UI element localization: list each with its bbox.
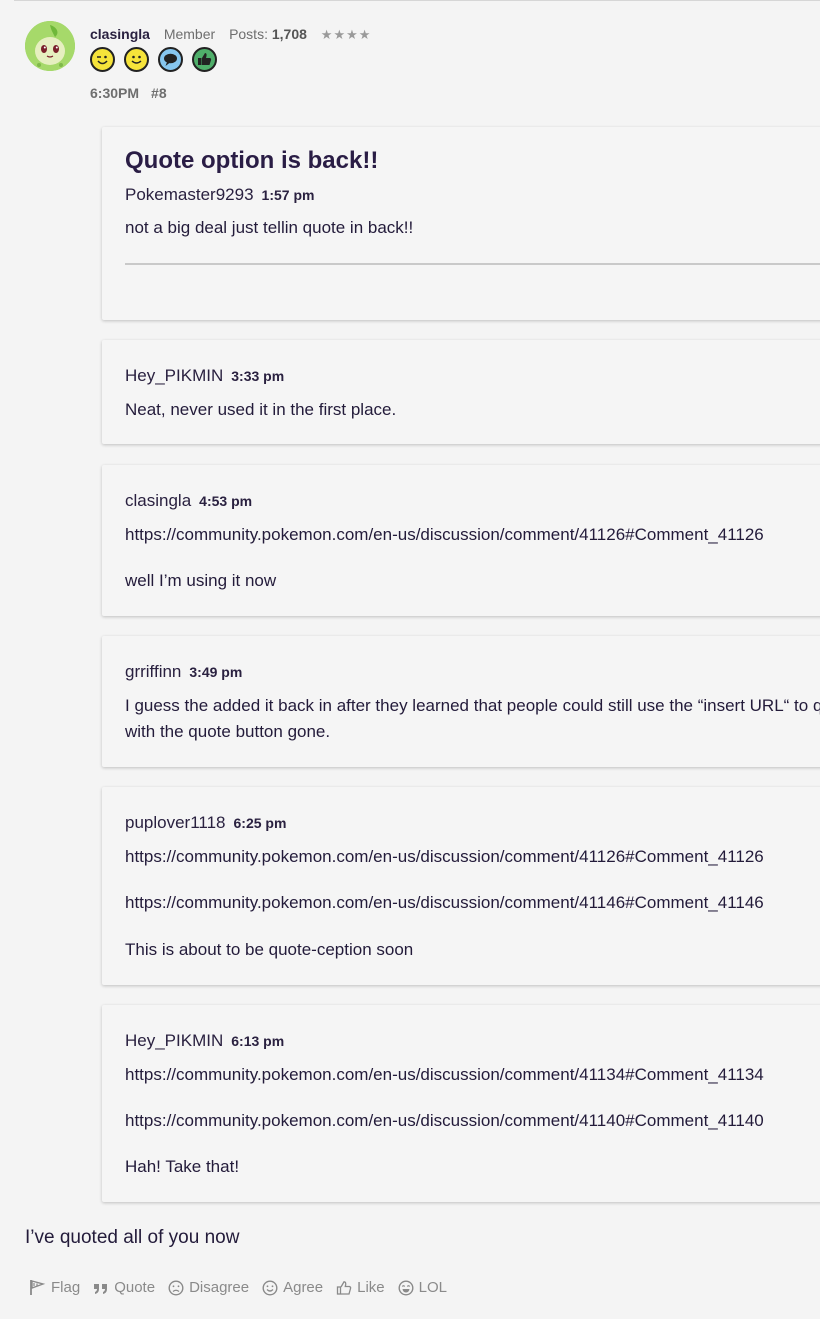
top-divider bbox=[14, 0, 820, 1]
post-meta: 6:30PM #8 bbox=[90, 85, 167, 101]
quote-time: 1:57 pm bbox=[261, 187, 315, 203]
quote-link[interactable]: https://community.pokemon.com/en-us/disc… bbox=[125, 1111, 764, 1131]
post-count: Posts: 1,708 bbox=[229, 26, 307, 42]
flag-icon bbox=[30, 1280, 46, 1295]
quote-time: 4:53 pm bbox=[199, 493, 253, 509]
quote-header: grriffinn 3:49 pm bbox=[125, 662, 242, 682]
badge-row bbox=[90, 47, 217, 72]
quote-text: not a big deal just tellin quote in back… bbox=[125, 218, 414, 237]
flag-label: Flag bbox=[51, 1279, 81, 1296]
thumbs-up-icon[interactable] bbox=[192, 47, 217, 72]
quote-user[interactable]: puplover1118 bbox=[125, 813, 226, 832]
quote-time: 6:13 pm bbox=[231, 1033, 285, 1049]
post-number[interactable]: #8 bbox=[151, 85, 167, 101]
quote-block: Quote option is back!! Pokemaster9293 1:5… bbox=[102, 127, 820, 320]
quote-user[interactable]: grriffinn bbox=[125, 662, 181, 681]
quote-text-wrap: with the quote button gone. bbox=[125, 722, 331, 741]
post-body-text: I’ve quoted all of you now bbox=[25, 1227, 240, 1248]
reaction-bar: Flag Quote Disagree Agree Like LOL bbox=[29, 1279, 447, 1296]
thumbs-up-outline-icon bbox=[336, 1280, 352, 1295]
quote-time: 3:49 pm bbox=[189, 664, 243, 680]
quote-link[interactable]: https://community.pokemon.com/en-us/disc… bbox=[125, 893, 764, 913]
quote-label: Quote bbox=[114, 1279, 156, 1296]
frown-icon bbox=[168, 1279, 184, 1296]
quote-time: 6:25 pm bbox=[233, 815, 287, 831]
author-name[interactable]: clasingla bbox=[90, 26, 150, 42]
quote-block: Hey_PIKMIN 6:13 pm https://community.poke… bbox=[102, 1005, 820, 1202]
quote-time: 3:33 pm bbox=[231, 368, 285, 384]
lol-label: LOL bbox=[418, 1279, 448, 1296]
like-label: Like bbox=[357, 1279, 385, 1296]
author-role: Member bbox=[163, 26, 216, 42]
agree-label: Agree bbox=[283, 1279, 324, 1296]
speech-bubble-icon[interactable] bbox=[158, 47, 183, 72]
quote-link[interactable]: https://community.pokemon.com/en-us/disc… bbox=[125, 525, 764, 545]
rank-stars: ★★★★ bbox=[320, 27, 372, 42]
quote-header: Hey_PIKMIN 3:33 pm bbox=[125, 366, 284, 386]
quote-block: grriffinn 3:49 pm I guess the added it ba… bbox=[102, 636, 820, 767]
quote-header: puplover1118 6:25 pm bbox=[125, 813, 286, 833]
quote-text: Hah! Take that! bbox=[125, 1157, 240, 1176]
quote-user[interactable]: Pokemaster9293 bbox=[125, 185, 254, 204]
quote-text: This is about to be quote-ception soon bbox=[125, 940, 414, 959]
quote-user[interactable]: clasingla bbox=[125, 491, 191, 510]
quote-text: I guess the added it back in after they … bbox=[125, 696, 820, 715]
quote-icon bbox=[94, 1283, 108, 1294]
quote-block: Hey_PIKMIN 3:33 pm Neat, never used it in… bbox=[102, 340, 820, 444]
chikorita-avatar-icon bbox=[25, 21, 75, 71]
quote-text: well I’m using it now bbox=[125, 571, 277, 590]
smile-emoji-icon[interactable] bbox=[124, 47, 149, 72]
quote-user[interactable]: Hey_PIKMIN bbox=[125, 1031, 223, 1050]
quote-divider bbox=[125, 263, 820, 265]
disagree-button[interactable]: Disagree bbox=[168, 1279, 249, 1296]
quote-block: puplover1118 6:25 pm https://community.po… bbox=[102, 787, 820, 985]
post-time[interactable]: 6:30PM bbox=[90, 85, 139, 101]
quote-text: Neat, never used it in the first place. bbox=[125, 400, 397, 419]
disagree-label: Disagree bbox=[189, 1279, 250, 1296]
avatar[interactable] bbox=[25, 21, 75, 71]
like-button[interactable]: Like bbox=[336, 1279, 385, 1296]
lol-button[interactable]: LOL bbox=[398, 1279, 447, 1296]
quote-header: clasingla 4:53 pm bbox=[125, 491, 252, 511]
wink-emoji-icon[interactable] bbox=[90, 47, 115, 72]
quote-button[interactable]: Quote bbox=[93, 1279, 155, 1296]
quote-block: clasingla 4:53 pm https://community.pokem… bbox=[102, 465, 820, 616]
author-line: clasingla Member Posts: 1,708 ★★★★ bbox=[90, 26, 371, 43]
quote-user[interactable]: Hey_PIKMIN bbox=[125, 366, 223, 385]
quote-link[interactable]: https://community.pokemon.com/en-us/disc… bbox=[125, 847, 764, 867]
flag-button[interactable]: Flag bbox=[29, 1279, 80, 1296]
quote-link[interactable]: https://community.pokemon.com/en-us/disc… bbox=[125, 1065, 764, 1085]
smile-icon bbox=[262, 1279, 278, 1296]
quote-title: Quote option is back!! bbox=[125, 147, 379, 174]
agree-button[interactable]: Agree bbox=[262, 1279, 323, 1296]
quote-header: Hey_PIKMIN 6:13 pm bbox=[125, 1031, 284, 1051]
quote-header: Pokemaster9293 1:57 pm bbox=[125, 185, 314, 205]
laugh-icon bbox=[398, 1279, 414, 1296]
